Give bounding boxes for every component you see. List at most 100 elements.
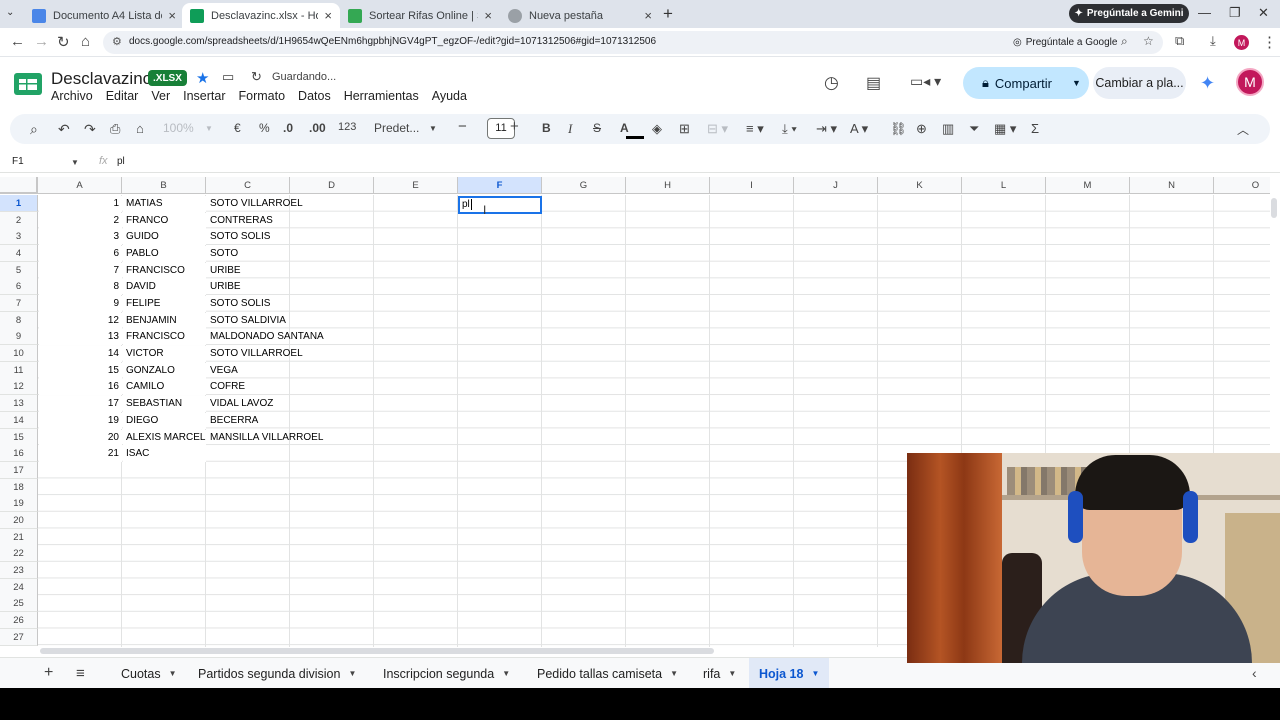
menu-insertar[interactable]: Insertar (183, 89, 225, 103)
horizontal-align-icon[interactable]: ≡ ▾ (746, 121, 764, 137)
row-header-25[interactable]: 25 (0, 595, 38, 613)
zoom-select[interactable]: 100% (163, 121, 194, 135)
font-chevron-down-icon[interactable]: ▼ (429, 124, 437, 133)
scroll-sheets-left-icon[interactable]: ‹ (1252, 665, 1257, 681)
cell-number[interactable]: 20 (39, 429, 122, 446)
functions-button[interactable]: Σ (1031, 121, 1039, 136)
site-info-icon[interactable]: ⚙ (112, 35, 122, 48)
row-header-13[interactable]: 13 (0, 395, 38, 413)
row-header-17[interactable]: 17 (0, 461, 38, 479)
undo-icon[interactable]: ↶ (58, 121, 70, 138)
chevron-down-icon[interactable]: ▼ (670, 669, 678, 678)
row-header-26[interactable]: 26 (0, 612, 38, 629)
move-folder-icon[interactable]: ▭ (222, 69, 234, 85)
currency-format-button[interactable]: € (234, 121, 241, 135)
bookmark-star-icon[interactable]: ☆ (1143, 34, 1154, 48)
version-history-icon[interactable]: ◷ (824, 73, 839, 93)
row-header-1[interactable]: 1 (0, 195, 38, 212)
decrease-decimal-button[interactable]: .0 (283, 121, 293, 135)
row-header-2[interactable]: 2 (0, 211, 38, 229)
cell-last-name[interactable]: MANSILLA VILLARROEL (207, 430, 323, 446)
filter-icon[interactable]: ⏷ (969, 121, 979, 137)
row-header-8[interactable]: 8 (0, 311, 38, 329)
sheets-logo-icon[interactable] (14, 73, 42, 95)
cell-last-name[interactable]: SOTO VILLARROEL (207, 196, 303, 212)
cell-last-name[interactable]: URIBE (207, 279, 241, 295)
cell-number[interactable]: 13 (39, 329, 122, 346)
row-header-12[interactable]: 12 (0, 378, 38, 396)
cell-first-name[interactable]: GUIDO (123, 229, 206, 246)
cell-last-name[interactable]: SOTO SOLIS (207, 229, 270, 245)
profile-avatar[interactable]: M (1234, 35, 1249, 50)
row-header-14[interactable]: 14 (0, 411, 38, 429)
vertical-align-icon[interactable]: ⤓ ▾ (782, 121, 797, 137)
text-color-button[interactable]: A (620, 121, 629, 135)
all-sheets-menu-icon[interactable]: ≡ (76, 665, 85, 682)
close-icon[interactable]: × (324, 8, 332, 23)
decrease-font-size-button[interactable]: − (458, 118, 467, 135)
cell-first-name[interactable]: VICTOR (123, 346, 206, 363)
strikethrough-button[interactable]: S (593, 121, 601, 135)
column-header-i[interactable]: I (710, 177, 794, 194)
window-close-icon[interactable]: ✕ (1258, 5, 1269, 21)
cell-first-name[interactable]: ALEXIS MARCELO (123, 429, 206, 446)
cell-number[interactable]: 17 (39, 396, 122, 413)
cell-number[interactable]: 19 (39, 412, 122, 429)
gemini-icon[interactable]: ✦ (1200, 73, 1215, 94)
chevron-down-icon[interactable]: ▼ (502, 669, 510, 678)
collapse-toolbar-chevron-up-icon[interactable]: ︿ (1237, 121, 1249, 138)
cell-last-name[interactable]: CONTRERAS (207, 213, 273, 229)
extensions-icon[interactable]: ⧉ (1175, 33, 1184, 49)
cell-last-name[interactable]: COFRE (207, 379, 245, 395)
comments-icon[interactable]: ▤ (866, 73, 881, 93)
browser-tab-new[interactable]: Nueva pestaña × (500, 3, 660, 28)
row-header-3[interactable]: 3 (0, 228, 38, 246)
chevron-down-icon[interactable]: ▼ (348, 669, 356, 678)
row-header-10[interactable]: 10 (0, 345, 38, 363)
browser-menu-icon[interactable]: ⋮ (1262, 33, 1277, 51)
back-icon[interactable]: ← (10, 33, 25, 50)
row-header-5[interactable]: 5 (0, 261, 38, 279)
zoom-chevron-down-icon[interactable]: ▼ (205, 124, 213, 133)
column-header-e[interactable]: E (374, 177, 458, 194)
column-header-b[interactable]: B (122, 177, 206, 194)
ask-gemini-button[interactable]: ✦ Pregúntale a Gemini (1069, 4, 1189, 23)
star-icon[interactable]: ★ (196, 69, 209, 87)
italic-button[interactable]: I (568, 121, 572, 137)
row-header-4[interactable]: 4 (0, 245, 38, 263)
text-rotation-icon[interactable]: A ▾ (850, 121, 868, 137)
cell-first-name[interactable]: BENJAMIN (123, 312, 206, 329)
row-header-9[interactable]: 9 (0, 328, 38, 346)
insert-comment-icon[interactable]: ⊕ (916, 121, 927, 137)
column-header-f[interactable]: F (458, 177, 542, 194)
menu-ayuda[interactable]: Ayuda (432, 89, 467, 103)
column-header-j[interactable]: J (794, 177, 878, 194)
row-header-18[interactable]: 18 (0, 478, 38, 496)
cell-last-name[interactable]: SOTO VILLARROEL (207, 346, 303, 362)
maximize-icon[interactable]: ❐ (1229, 5, 1241, 21)
close-icon[interactable]: × (644, 8, 652, 23)
home-icon[interactable]: ⌂ (81, 33, 90, 50)
url-text[interactable]: docs.google.com/spreadsheets/d/1H9654wQe… (129, 36, 656, 47)
column-header-k[interactable]: K (878, 177, 962, 194)
forward-icon[interactable]: → (34, 33, 49, 50)
row-header-19[interactable]: 19 (0, 495, 38, 513)
cell-last-name[interactable]: VEGA (207, 363, 238, 379)
column-header-l[interactable]: L (962, 177, 1046, 194)
row-header-24[interactable]: 24 (0, 578, 38, 596)
sheet-tab-rifa[interactable]: rifa ▼ (703, 658, 736, 688)
menu-ver[interactable]: Ver (151, 89, 170, 103)
cell-first-name[interactable]: ISAC (123, 446, 206, 463)
cell-first-name[interactable]: DAVID (123, 279, 206, 296)
borders-icon[interactable]: ⊞ (679, 121, 690, 137)
cell-first-name[interactable]: MATIAS (123, 196, 206, 212)
cell-last-name[interactable]: BECERRA (207, 413, 258, 429)
percent-format-button[interactable]: % (259, 121, 270, 135)
name-box[interactable]: F1 (12, 156, 24, 167)
cell-number[interactable]: 21 (39, 446, 122, 463)
menu-archivo[interactable]: Archivo (51, 89, 93, 103)
browser-tab-sorteo[interactable]: Sortear Rifas Online | SorteoRif... × (340, 3, 500, 28)
cell-number[interactable]: 3 (39, 229, 122, 246)
menu-formato[interactable]: Formato (239, 89, 286, 103)
chevron-down-icon[interactable]: ▼ (811, 669, 819, 678)
